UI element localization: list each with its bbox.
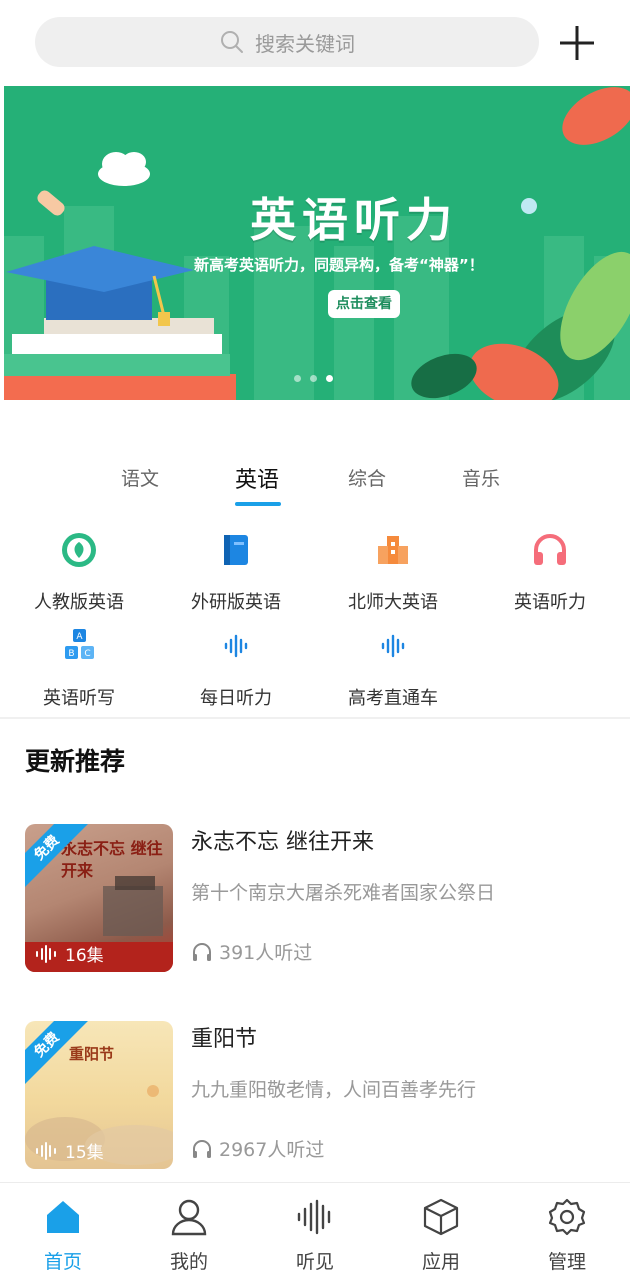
album-cover: 永志不忘 继往开来 免费 16集 bbox=[25, 824, 173, 972]
carousel-dots bbox=[294, 375, 333, 382]
subject-tabs: 语文 英语 综合 音乐 bbox=[0, 452, 630, 512]
nav-label: 首页 bbox=[43, 1251, 82, 1273]
tab-music[interactable]: 音乐 bbox=[462, 464, 500, 491]
gear-icon bbox=[548, 1198, 586, 1236]
waveform-icon bbox=[224, 634, 248, 658]
nav-apps[interactable]: 应用 bbox=[378, 1197, 504, 1274]
episode-count-text: 16集 bbox=[65, 946, 104, 966]
waveform-icon bbox=[381, 634, 405, 658]
cover-calligraphy: 重阳节 bbox=[69, 1045, 115, 1063]
carousel-dot[interactable] bbox=[310, 375, 317, 382]
list-item[interactable]: 永志不忘 继往开来 免费 16集 永志不忘 继往开来 第十个南京大屠杀死难者国家… bbox=[25, 824, 615, 972]
svg-text:A: A bbox=[76, 632, 83, 642]
nav-label: 管理 bbox=[547, 1251, 586, 1273]
nav-label: 听见 bbox=[295, 1251, 334, 1273]
item-subtitle: 九九重阳敬老情，人间百善孝先行 bbox=[191, 1079, 477, 1101]
item-subtitle: 第十个南京大屠杀死难者国家公祭日 bbox=[191, 882, 496, 904]
user-icon bbox=[171, 1199, 207, 1236]
banner-view-button[interactable]: 点击查看 bbox=[328, 290, 400, 318]
home-icon bbox=[47, 1201, 79, 1233]
episode-count-text: 15集 bbox=[65, 1143, 104, 1163]
listen-count: 391人听过 bbox=[191, 938, 312, 965]
tab-english[interactable]: 英语 bbox=[235, 462, 279, 494]
category-english-listening[interactable]: 英语听力 bbox=[471, 530, 629, 614]
nav-listen[interactable]: 听见 bbox=[252, 1197, 378, 1274]
banner-title: 英语听力 bbox=[250, 193, 458, 247]
listen-count-text: 391人听过 bbox=[219, 942, 313, 964]
search-input[interactable]: 搜索关键词 bbox=[35, 17, 539, 67]
add-button[interactable] bbox=[558, 24, 596, 62]
category-label: 北师大英语 bbox=[348, 592, 438, 613]
active-tab-indicator bbox=[235, 502, 281, 506]
promo-banner[interactable]: 英语听力 新高考英语听力，同题异构，备考“神器”！ 点击查看 bbox=[4, 86, 630, 400]
banner-subtitle: 新高考英语听力，同题异构，备考“神器”！ bbox=[194, 256, 484, 274]
search-icon bbox=[221, 31, 243, 53]
headphones-icon bbox=[534, 534, 566, 565]
category-rj-english[interactable]: 人教版英语 bbox=[0, 530, 158, 614]
cube-icon bbox=[423, 1198, 459, 1236]
listen-count-text: 2967人听过 bbox=[219, 1139, 325, 1161]
carousel-dot-active[interactable] bbox=[326, 375, 333, 382]
svg-text:C: C bbox=[84, 649, 90, 659]
top-bar: 搜索关键词 bbox=[0, 0, 630, 86]
category-label: 每日听力 bbox=[200, 688, 272, 709]
waveform-icon bbox=[36, 944, 56, 963]
waveform-icon bbox=[297, 1199, 331, 1235]
waveform-icon bbox=[36, 1141, 56, 1160]
category-bsd-english[interactable]: 北师大英语 bbox=[314, 530, 472, 614]
abc-blocks-icon: A B C bbox=[65, 629, 94, 659]
category-english-dictation[interactable]: A B C 英语听写 bbox=[0, 626, 158, 710]
svg-text:B: B bbox=[68, 649, 74, 659]
blue-book-icon bbox=[224, 535, 248, 565]
category-label: 人教版英语 bbox=[34, 592, 124, 613]
nav-manage[interactable]: 管理 bbox=[504, 1197, 630, 1274]
bottom-nav: 首页 我的 听见 应用 管理 bbox=[0, 1182, 630, 1280]
listen-count: 2967人听过 bbox=[191, 1135, 324, 1162]
category-label: 高考直通车 bbox=[348, 688, 438, 709]
category-label: 英语听写 bbox=[43, 688, 115, 709]
category-gaokao-express[interactable]: 高考直通车 bbox=[314, 626, 472, 710]
nav-mine[interactable]: 我的 bbox=[126, 1197, 252, 1274]
headphones-icon bbox=[193, 1139, 211, 1158]
rj-logo-icon bbox=[62, 533, 96, 567]
headphones-icon bbox=[193, 942, 211, 961]
item-title: 重阳节 bbox=[191, 1027, 258, 1052]
section-title: 更新推荐 bbox=[25, 747, 126, 776]
section-divider bbox=[0, 717, 630, 719]
item-title: 永志不忘 继往开来 bbox=[191, 830, 374, 855]
episode-count: 16集 bbox=[35, 941, 104, 966]
category-label: 外研版英语 bbox=[191, 592, 281, 613]
cover-calligraphy: 永志不忘 继往开来 bbox=[61, 839, 163, 880]
building-icon bbox=[378, 536, 408, 564]
tab-comprehensive[interactable]: 综合 bbox=[348, 464, 386, 491]
list-item[interactable]: 重阳节 免费 15集 重阳节 九九重阳敬老情，人间百善孝先行 2967人听过 bbox=[25, 1021, 615, 1169]
category-wy-english[interactable]: 外研版英语 bbox=[157, 530, 315, 614]
episode-count: 15集 bbox=[35, 1138, 104, 1163]
tab-chinese[interactable]: 语文 bbox=[121, 464, 159, 491]
nav-home[interactable]: 首页 bbox=[0, 1197, 126, 1274]
carousel-dot[interactable] bbox=[294, 375, 301, 382]
nav-label: 我的 bbox=[169, 1251, 208, 1273]
category-label: 英语听力 bbox=[514, 592, 586, 613]
nav-label: 应用 bbox=[421, 1251, 460, 1273]
category-daily-listening[interactable]: 每日听力 bbox=[157, 626, 315, 710]
album-cover: 重阳节 免费 15集 bbox=[25, 1021, 173, 1169]
search-placeholder: 搜索关键词 bbox=[255, 31, 355, 56]
